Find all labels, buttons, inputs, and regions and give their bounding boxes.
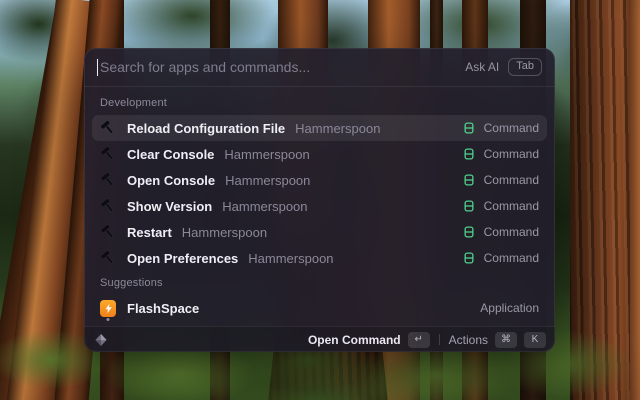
results-list: Development Reload Configuration File Ha… bbox=[84, 87, 555, 326]
lightning-icon bbox=[100, 299, 116, 317]
ask-ai-button[interactable]: Ask AI bbox=[465, 60, 499, 74]
item-type: Command bbox=[483, 199, 539, 213]
list-item-clear-console[interactable]: Clear Console Hammerspoon Command bbox=[92, 141, 547, 167]
actions-button[interactable]: Actions ⌘ K bbox=[448, 331, 546, 348]
item-type: Command bbox=[483, 251, 539, 265]
footer-divider bbox=[438, 334, 440, 345]
command-icon bbox=[462, 121, 477, 136]
list-item-show-version[interactable]: Show Version Hammerspoon Command bbox=[92, 193, 547, 219]
search-bar[interactable]: Search for apps and commands... Ask AI T… bbox=[84, 48, 555, 87]
open-command-button[interactable]: Open Command ↵ bbox=[307, 331, 430, 348]
item-subtitle: Hammerspoon bbox=[181, 224, 268, 240]
item-title: Restart bbox=[127, 224, 172, 240]
text-caret bbox=[97, 58, 98, 76]
item-type: Application bbox=[480, 301, 539, 315]
hammer-icon bbox=[100, 146, 116, 162]
item-subtitle: Hammerspoon bbox=[224, 146, 310, 162]
item-title: Open Preferences bbox=[127, 250, 239, 266]
list-item-open-console[interactable]: Open Console Hammerspoon Command bbox=[92, 167, 547, 193]
item-subtitle: Hammerspoon bbox=[222, 198, 308, 214]
hammer-icon bbox=[100, 198, 116, 214]
list-item-flashspace[interactable]: FlashSpace Application bbox=[92, 295, 547, 321]
command-icon bbox=[462, 199, 477, 214]
item-type: Command bbox=[483, 147, 539, 161]
item-subtitle: Hammerspoon bbox=[225, 172, 311, 188]
list-item-reload-configuration-file[interactable]: Reload Configuration File Hammerspoon Co… bbox=[92, 115, 547, 141]
section-header-suggestions: Suggestions bbox=[100, 277, 163, 289]
command-icon bbox=[462, 251, 477, 266]
primary-action-label: Open Command bbox=[307, 332, 401, 347]
item-title: Show Version bbox=[127, 198, 213, 214]
cmd-key-badge: ⌘ bbox=[495, 331, 517, 348]
hammer-icon bbox=[100, 224, 116, 240]
tab-key-badge: Tab bbox=[508, 58, 542, 76]
list-item-open-preferences[interactable]: Open Preferences Hammerspoon Command bbox=[92, 245, 547, 271]
launcher-window: Search for apps and commands... Ask AI T… bbox=[84, 48, 555, 352]
item-subtitle: Hammerspoon bbox=[295, 120, 381, 136]
hammer-icon bbox=[100, 120, 116, 136]
k-key-badge: K bbox=[524, 331, 546, 348]
hammerspoon-diamond-icon bbox=[93, 332, 109, 348]
item-subtitle: Hammerspoon bbox=[248, 250, 334, 266]
shield-icon bbox=[100, 325, 116, 326]
item-type: Command bbox=[483, 121, 539, 135]
item-type: Command bbox=[483, 173, 539, 187]
item-title: FlashSpace bbox=[127, 300, 200, 316]
hammer-icon bbox=[100, 250, 116, 266]
running-indicator-dot bbox=[106, 318, 110, 321]
actions-label: Actions bbox=[448, 332, 488, 347]
flashspace-app-icon bbox=[100, 299, 116, 321]
command-icon bbox=[462, 173, 477, 188]
return-key-badge: ↵ bbox=[407, 331, 430, 348]
search-input[interactable]: Search for apps and commands... bbox=[100, 59, 465, 75]
item-title: Clear Console bbox=[127, 146, 215, 162]
list-item-restart[interactable]: Restart Hammerspoon Command bbox=[92, 219, 547, 245]
command-icon bbox=[462, 147, 477, 162]
item-type: Command bbox=[483, 225, 539, 239]
command-icon bbox=[462, 225, 477, 240]
action-bar: Open Command ↵ Actions ⌘ K bbox=[84, 326, 555, 352]
section-header-development: Development bbox=[100, 97, 168, 109]
item-title: Reload Configuration File bbox=[127, 120, 286, 136]
item-title: Open Console bbox=[127, 172, 216, 188]
hammer-icon bbox=[100, 172, 116, 188]
